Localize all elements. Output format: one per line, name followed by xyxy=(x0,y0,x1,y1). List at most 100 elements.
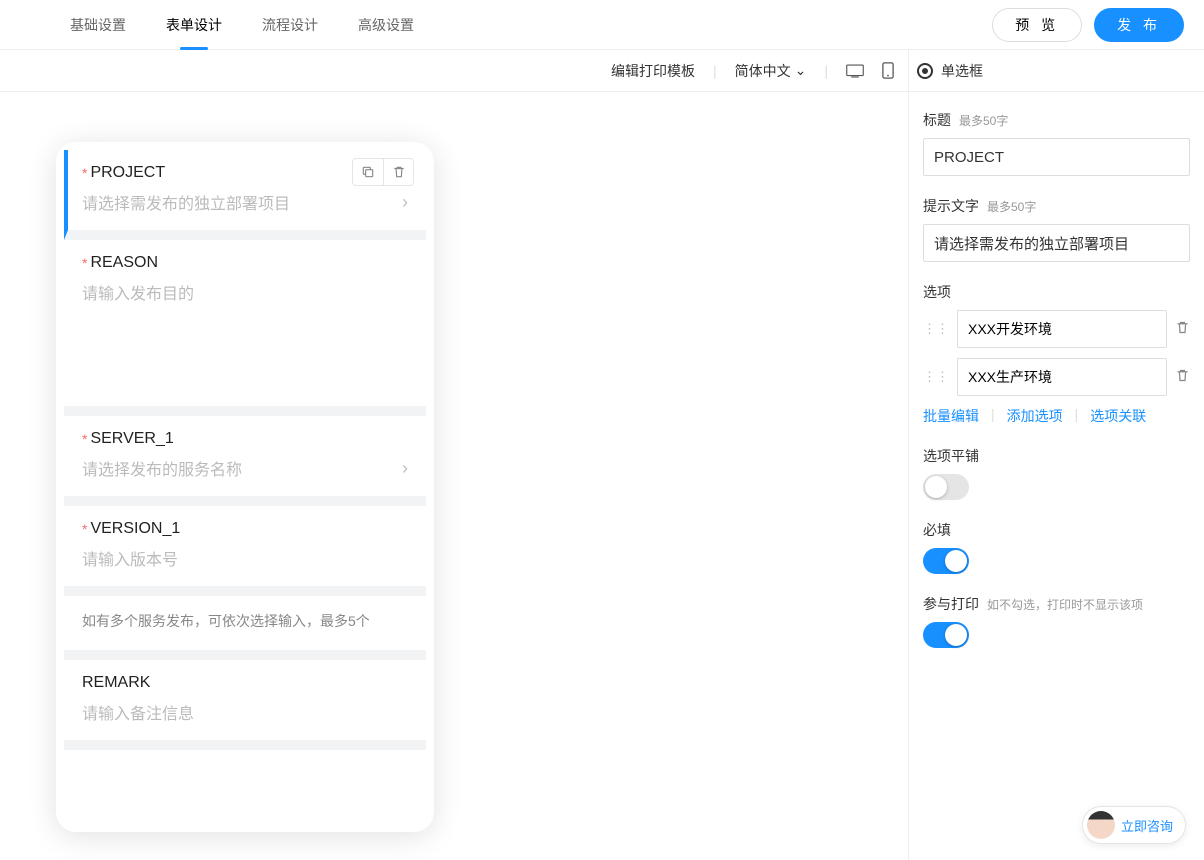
title-text: VERSION_1 xyxy=(90,520,180,538)
form-item-title: * SERVER_1 xyxy=(82,430,408,448)
property-panel: 标题 最多50字 提示文字 最多50字 选项 ⋮⋮ xyxy=(908,92,1204,860)
label-text: 必填 xyxy=(923,520,951,540)
form-item-title: REMARK xyxy=(82,674,408,692)
prop-label: 标题 最多50字 xyxy=(923,110,1190,130)
language-selector[interactable]: 简体中文 ⌄ xyxy=(735,61,807,81)
separator: | xyxy=(824,63,828,79)
required-star-icon: * xyxy=(82,165,87,181)
form-item-reason[interactable]: * REASON 请输入发布目的 xyxy=(64,240,426,416)
language-label: 简体中文 xyxy=(735,61,791,81)
option-input[interactable] xyxy=(957,310,1167,348)
delete-icon[interactable] xyxy=(1175,368,1190,386)
canvas-area: * PROJECT 请选择需发布的独立部署项目 › * REASON 请输入发布… xyxy=(0,92,908,860)
separator: | xyxy=(1075,406,1079,426)
device-frame: * PROJECT 请选择需发布的独立部署项目 › * REASON 请输入发布… xyxy=(56,142,434,832)
tile-field: 选项平铺 xyxy=(923,446,1190,500)
placeholder-text: 请输入发布目的 xyxy=(82,280,194,304)
delete-icon[interactable] xyxy=(383,159,413,185)
chevron-down-icon: ⌄ xyxy=(795,62,807,79)
radio-icon xyxy=(917,63,933,79)
hint-input[interactable] xyxy=(923,224,1190,262)
label-hint: 如不勾选，打印时不显示该项 xyxy=(987,596,1143,613)
chevron-right-icon: › xyxy=(402,458,408,479)
label-hint: 最多50字 xyxy=(987,198,1036,215)
option-row: ⋮⋮ xyxy=(923,358,1190,396)
form-item-server-1[interactable]: * SERVER_1 请选择发布的服务名称 › xyxy=(64,416,426,506)
title-text: PROJECT xyxy=(90,164,165,182)
label-hint: 最多50字 xyxy=(959,112,1008,129)
placeholder-text: 请输入备注信息 xyxy=(82,700,194,724)
main-area: * PROJECT 请选择需发布的独立部署项目 › * REASON 请输入发布… xyxy=(0,92,1204,860)
relate-option-link[interactable]: 选项关联 xyxy=(1090,406,1146,426)
desktop-preview-icon[interactable] xyxy=(846,64,864,78)
main-tabs: 基础设置 表单设计 流程设计 高级设置 xyxy=(70,0,414,50)
add-option-link[interactable]: 添加选项 xyxy=(1007,406,1063,426)
form-item-placeholder: 请选择需发布的独立部署项目 › xyxy=(82,190,408,214)
form-item-project[interactable]: * PROJECT 请选择需发布的独立部署项目 › xyxy=(64,150,426,240)
help-widget[interactable]: 立即咨询 xyxy=(1082,806,1186,844)
required-toggle[interactable] xyxy=(923,548,969,574)
help-text: 立即咨询 xyxy=(1121,816,1173,835)
form-item-placeholder: 请输入发布目的 xyxy=(82,280,408,390)
required-star-icon: * xyxy=(82,521,87,537)
label-text: 提示文字 xyxy=(923,196,979,216)
item-actions xyxy=(352,158,414,186)
drag-handle-icon[interactable]: ⋮⋮ xyxy=(923,321,949,337)
drag-handle-icon[interactable]: ⋮⋮ xyxy=(923,369,949,385)
form-item-placeholder: 请输入备注信息 xyxy=(82,700,408,724)
title-text: REMARK xyxy=(82,674,150,692)
separator: | xyxy=(713,63,717,79)
copy-icon[interactable] xyxy=(353,159,383,185)
delete-icon[interactable] xyxy=(1175,320,1190,338)
form-item-version-1[interactable]: * VERSION_1 请输入版本号 xyxy=(64,506,426,596)
option-input[interactable] xyxy=(957,358,1167,396)
tab-form-design[interactable]: 表单设计 xyxy=(166,0,222,50)
top-actions: 预 览 发 布 xyxy=(992,8,1184,42)
chevron-right-icon: › xyxy=(402,192,408,213)
label-text: 选项平铺 xyxy=(923,446,979,466)
required-star-icon: * xyxy=(82,255,87,271)
avatar xyxy=(1087,811,1115,839)
form-item-placeholder: 请选择发布的服务名称 › xyxy=(82,456,408,480)
title-input[interactable] xyxy=(923,138,1190,176)
print-toggle[interactable] xyxy=(923,622,969,648)
tile-toggle[interactable] xyxy=(923,474,969,500)
top-bar: 基础设置 表单设计 流程设计 高级设置 预 览 发 布 xyxy=(0,0,1204,50)
prop-label: 提示文字 最多50字 xyxy=(923,196,1190,216)
batch-edit-link[interactable]: 批量编辑 xyxy=(923,406,979,426)
form-item-remark[interactable]: REMARK 请输入备注信息 xyxy=(64,660,426,750)
separator: | xyxy=(991,406,995,426)
prop-label: 参与打印 如不勾选，打印时不显示该项 xyxy=(923,594,1190,614)
required-star-icon: * xyxy=(82,431,87,447)
tab-basic-settings[interactable]: 基础设置 xyxy=(70,0,126,50)
component-type-heading: 单选框 xyxy=(908,50,1204,92)
print-field: 参与打印 如不勾选，打印时不显示该项 xyxy=(923,594,1190,648)
option-row: ⋮⋮ xyxy=(923,310,1190,348)
form-item-title: * VERSION_1 xyxy=(82,520,408,538)
prop-label: 选项 xyxy=(923,282,1190,302)
title-text: SERVER_1 xyxy=(90,430,173,448)
placeholder-text: 请输入版本号 xyxy=(82,546,178,570)
description-text: 如有多个服务发布，可依次选择输入，最多5个 xyxy=(82,613,370,629)
tab-process-design[interactable]: 流程设计 xyxy=(262,0,318,50)
preview-button[interactable]: 预 览 xyxy=(992,8,1082,42)
options-field: 选项 ⋮⋮ ⋮⋮ 批量编辑 | 添加选项 | 选项关 xyxy=(923,282,1190,426)
placeholder-text: 请选择发布的服务名称 xyxy=(82,456,242,480)
form-item-description[interactable]: 如有多个服务发布，可依次选择输入，最多5个 xyxy=(64,596,426,660)
form-preview-scroll[interactable]: * PROJECT 请选择需发布的独立部署项目 › * REASON 请输入发布… xyxy=(64,150,426,824)
publish-button[interactable]: 发 布 xyxy=(1094,8,1184,42)
component-type-label: 单选框 xyxy=(941,61,983,81)
title-text: REASON xyxy=(90,254,158,272)
edit-print-template-button[interactable]: 编辑打印模板 xyxy=(611,61,695,81)
form-item-placeholder: 请输入版本号 xyxy=(82,546,408,570)
label-text: 选项 xyxy=(923,282,951,302)
mobile-preview-icon[interactable] xyxy=(882,62,894,79)
hint-field: 提示文字 最多50字 xyxy=(923,196,1190,262)
form-item-title: * REASON xyxy=(82,254,408,272)
option-links: 批量编辑 | 添加选项 | 选项关联 xyxy=(923,406,1190,426)
required-field: 必填 xyxy=(923,520,1190,574)
title-field: 标题 最多50字 xyxy=(923,110,1190,176)
label-text: 标题 xyxy=(923,110,951,130)
prop-label: 必填 xyxy=(923,520,1190,540)
tab-advanced-settings[interactable]: 高级设置 xyxy=(358,0,414,50)
